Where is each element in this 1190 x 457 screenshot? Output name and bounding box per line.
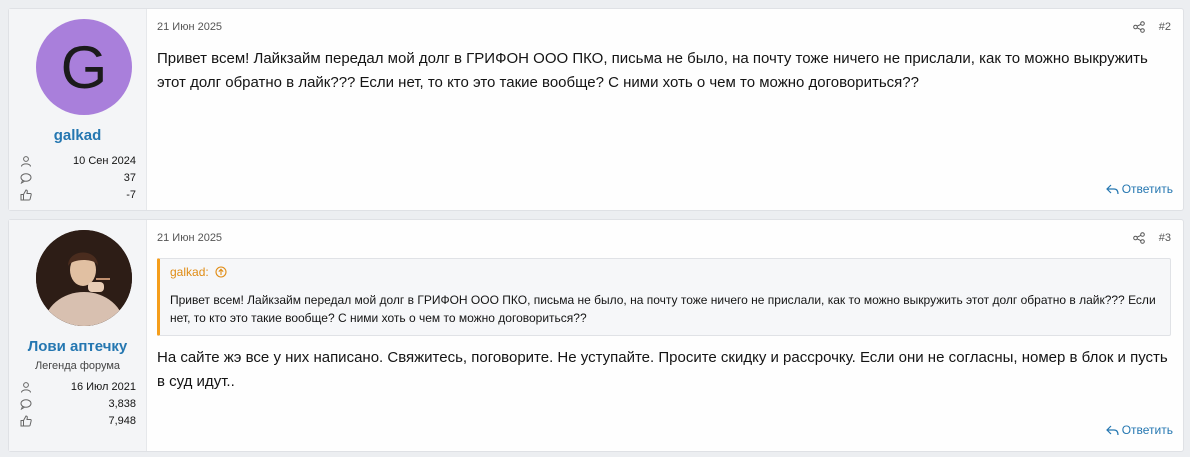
thumbs-up-icon xyxy=(20,414,32,426)
post-meta-right: #2 xyxy=(1132,21,1171,33)
joined-row: 16 Июл 2021 xyxy=(17,378,138,395)
reply-button[interactable]: Ответить xyxy=(1105,182,1173,196)
username-link[interactable]: galkad xyxy=(17,127,138,144)
reply-button[interactable]: Ответить xyxy=(1105,423,1173,437)
post: G galkad 10 Сен 2024 37 -7 21 Июн 2025 #… xyxy=(8,8,1184,211)
thumbs-up-icon xyxy=(20,188,32,200)
reply-icon xyxy=(1105,425,1119,435)
quote-text: Привет всем! Лайкзайм передал мой долг в… xyxy=(170,293,1156,325)
avatar[interactable]: G xyxy=(36,19,132,115)
post: Лови аптечку Легенда форума 16 Июл 2021 … xyxy=(8,219,1184,452)
share-icon[interactable] xyxy=(1132,21,1145,33)
post-number[interactable]: #3 xyxy=(1159,232,1171,244)
quote-author[interactable]: galkad: xyxy=(170,265,209,279)
avatar-portrait-image xyxy=(36,230,132,326)
post-meta-right: #3 xyxy=(1132,232,1171,244)
quote-block: galkad: Привет всем! Лайкзайм передал мо… xyxy=(157,258,1171,336)
post-meta: 21 Июн 2025 #3 xyxy=(157,232,1171,244)
share-icon[interactable] xyxy=(1132,232,1145,244)
avatar[interactable] xyxy=(36,230,132,326)
reactions-score: 7,948 xyxy=(108,414,136,427)
messages-row: 3,838 xyxy=(17,395,138,412)
user-icon xyxy=(21,155,31,167)
user-panel: G galkad 10 Сен 2024 37 -7 xyxy=(9,9,147,210)
comment-icon xyxy=(20,172,32,184)
post-main: 21 Июн 2025 #2 Привет всем! Лайкзайм пер… xyxy=(147,9,1183,210)
post-main: 21 Июн 2025 #3 galkad: Привет всем! Лайк… xyxy=(147,220,1183,451)
messages-count: 37 xyxy=(123,171,136,184)
post-date[interactable]: 21 Июн 2025 xyxy=(157,232,222,244)
joined-row: 10 Сен 2024 xyxy=(17,152,138,169)
joined-date: 16 Июл 2021 xyxy=(70,380,136,393)
post-text: На сайте жэ все у них написано. Свяжитес… xyxy=(157,349,1168,390)
post-number[interactable]: #2 xyxy=(1159,21,1171,33)
reactions-score: -7 xyxy=(126,188,136,201)
quote-header[interactable]: galkad: xyxy=(160,259,1170,285)
reply-icon xyxy=(1105,184,1119,194)
post-meta: 21 Июн 2025 #2 xyxy=(157,21,1171,33)
user-panel: Лови аптечку Легенда форума 16 Июл 2021 … xyxy=(9,220,147,451)
messages-row: 37 xyxy=(17,169,138,186)
user-icon xyxy=(21,381,31,393)
username-link[interactable]: Лови аптечку xyxy=(17,338,138,355)
arrow-up-circle-icon[interactable] xyxy=(215,266,227,278)
user-title: Легенда форума xyxy=(34,360,121,372)
post-date[interactable]: 21 Июн 2025 xyxy=(157,21,222,33)
post-text: Привет всем! Лайкзайм передал мой долг в… xyxy=(157,50,1148,91)
reply-label: Ответить xyxy=(1121,182,1173,196)
reactions-row: -7 xyxy=(17,186,138,203)
messages-count: 3,838 xyxy=(108,397,136,410)
avatar-letter: G xyxy=(60,33,108,101)
user-stats: 10 Сен 2024 37 -7 xyxy=(17,152,138,203)
joined-date: 10 Сен 2024 xyxy=(73,154,136,167)
reply-label: Ответить xyxy=(1121,423,1173,437)
reactions-row: 7,948 xyxy=(17,412,138,429)
user-stats: 16 Июл 2021 3,838 7,948 xyxy=(17,378,138,429)
comment-icon xyxy=(20,398,32,410)
